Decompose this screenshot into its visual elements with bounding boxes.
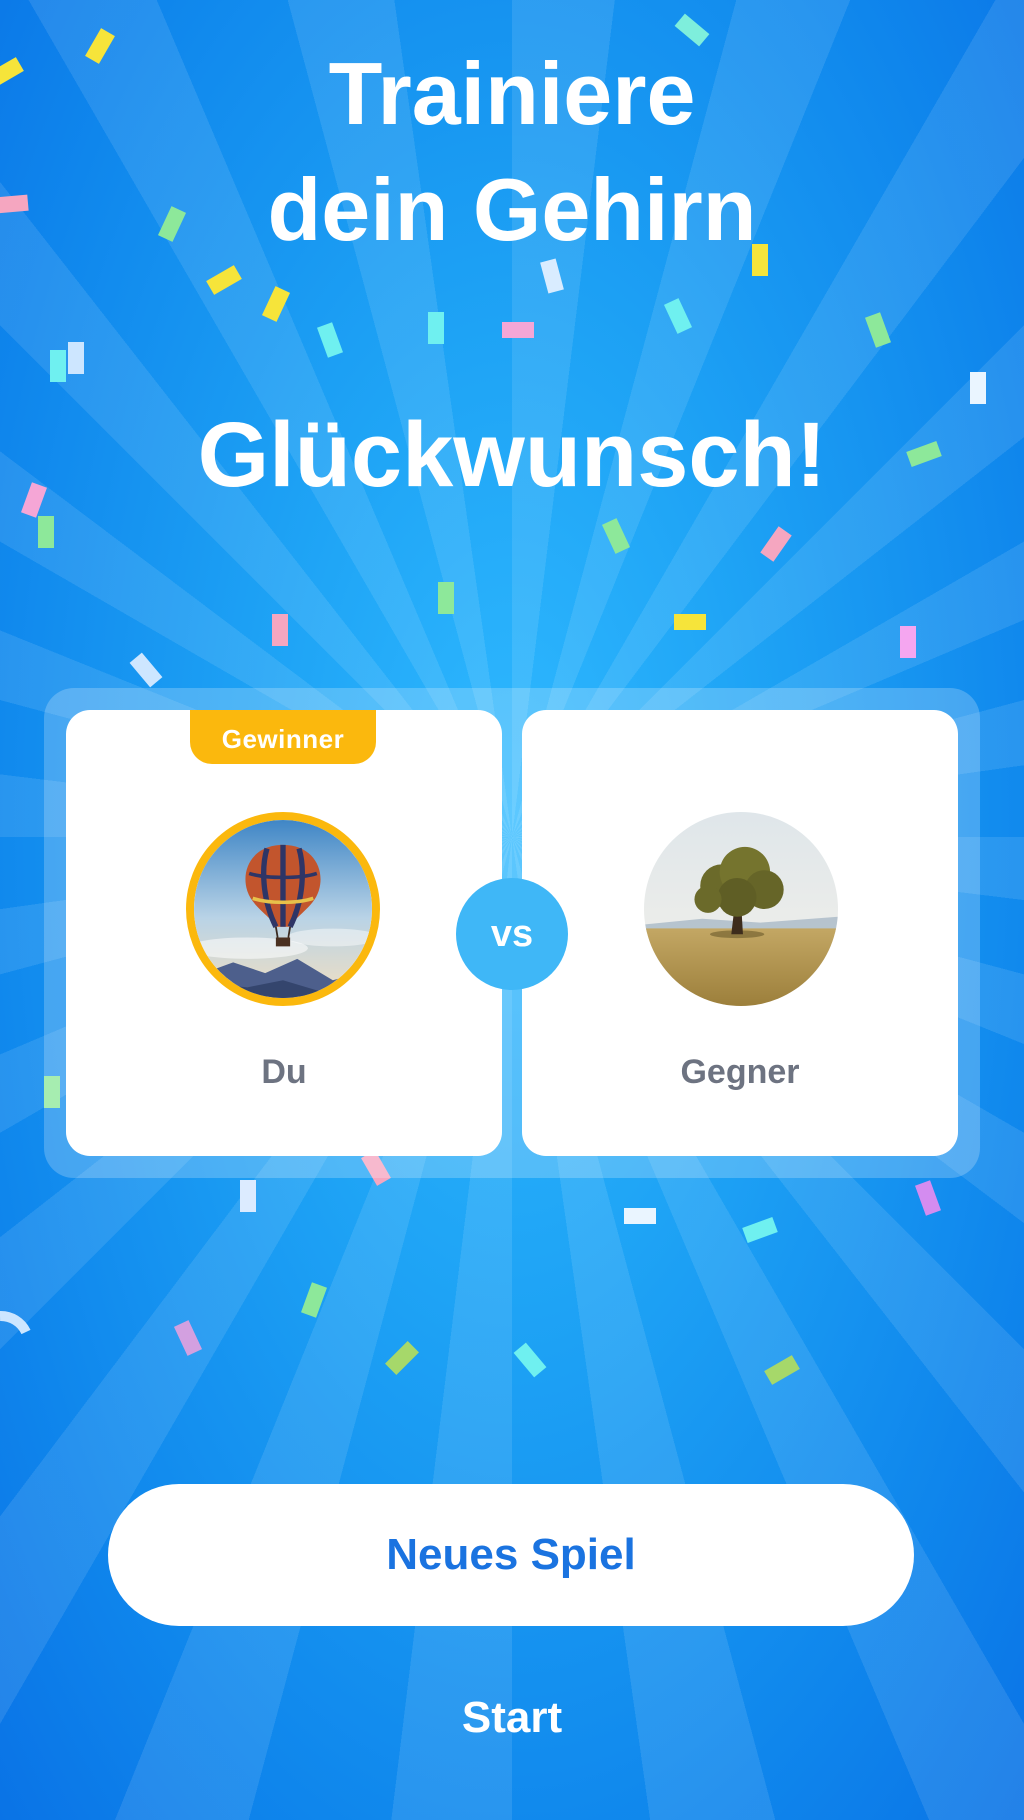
page-title: Trainiere dein Gehirn <box>0 36 1024 268</box>
opponent-avatar <box>644 812 838 1006</box>
new-game-button[interactable]: Neues Spiel <box>108 1484 914 1626</box>
congratulations-message: Glückwunsch! <box>197 404 827 506</box>
winner-badge: Gewinner <box>190 710 376 764</box>
hot-air-balloon-icon <box>194 820 372 998</box>
title-line-1: Trainiere <box>328 44 696 143</box>
versus-badge: vs <box>456 878 568 990</box>
opponent-name: Gegner <box>680 1053 800 1091</box>
tree-icon <box>644 812 838 1006</box>
start-link[interactable]: Start <box>412 1688 612 1748</box>
player-avatar <box>186 812 380 1006</box>
player-name: Du <box>261 1053 307 1091</box>
title-line-2: dein Gehirn <box>267 160 757 259</box>
